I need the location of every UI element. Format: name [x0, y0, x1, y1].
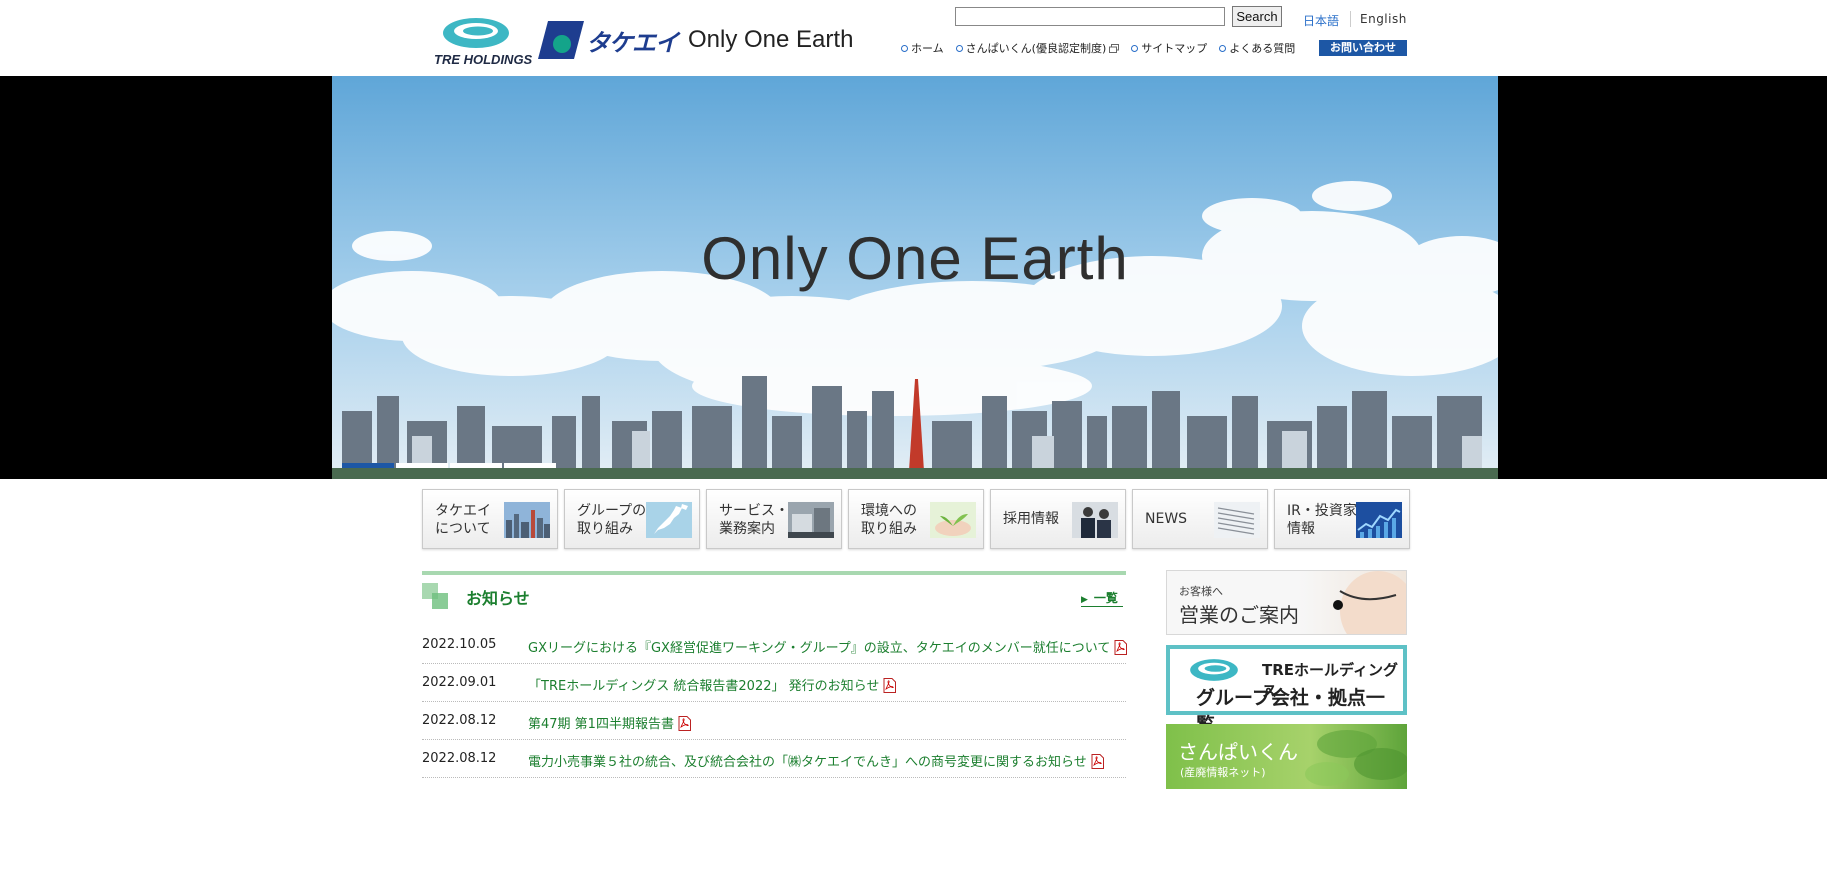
sanpaikun-banner[interactable]: さんぱいくん (産廃情報ネット) — [1166, 724, 1407, 789]
news-date: 2022.08.12 — [422, 751, 497, 766]
nav-label: タケエイ について — [435, 503, 491, 537]
news-date: 2022.08.12 — [422, 713, 497, 728]
facility-thumb-icon — [788, 502, 834, 538]
nav-services[interactable]: サービス・ 業務案内 — [706, 489, 842, 549]
news-title-text: 第47期 第1四半期報告書 — [528, 717, 674, 732]
takeei-mark-icon — [538, 21, 584, 59]
tre-logo-text: TRE HOLDINGS — [434, 52, 533, 67]
news-item: 2022.10.05 GXリーグにおける『GX経営促進ワーキング・グループ』の設… — [422, 625, 1128, 664]
util-sanpaikun-link[interactable]: さんぱいくん(優良認定制度) — [955, 40, 1120, 56]
tre-ring-icon — [1190, 659, 1238, 681]
lang-japanese-link[interactable]: 日本語 — [1303, 12, 1339, 29]
news-item: 2022.08.12 第47期 第1四半期報告書 — [422, 701, 1126, 740]
slide-indicator[interactable] — [396, 463, 448, 468]
search-button[interactable]: Search — [1232, 6, 1282, 27]
pdf-icon — [1114, 640, 1128, 655]
nav-group-initiatives[interactable]: グループの 取り組み — [564, 489, 700, 549]
util-sitemap-link[interactable]: サイトマップ — [1131, 40, 1207, 56]
util-sanpaikun-label: さんぱいくん(優良認定制度) — [965, 42, 1107, 55]
city-skyline-thumb-icon — [504, 502, 550, 538]
main-nav: タケエイ について グループの 取り組み サービス・ 業務案内 環境への 取り組… — [422, 489, 1416, 549]
news-decor-square — [432, 593, 448, 609]
news-all-link[interactable]: ▶ 一覧 — [1081, 589, 1118, 606]
nav-label: IR・投資家 情報 — [1287, 503, 1357, 537]
tagline: Only One Earth — [688, 26, 854, 53]
sanpai-banner-subtitle: (産廃情報ネット) — [1180, 766, 1266, 779]
newspaper-thumb-icon — [1214, 502, 1260, 538]
sanpai-banner-title: さんぱいくん — [1178, 740, 1298, 764]
news-item: 2022.08.12 電力小売事業５社の統合、及び統合会社の「㈱タケエイでんき」… — [422, 739, 1126, 778]
news-title-text: 電力小売事業５社の統合、及び統合会社の「㈱タケエイでんき」への商号変更に関するお… — [528, 755, 1087, 770]
util-faq-link[interactable]: よくある質問 — [1219, 40, 1295, 56]
news-all-underline — [1081, 606, 1123, 607]
takeei-logo-kana: タケエイ — [586, 28, 679, 57]
circle-bullet-icon — [955, 44, 963, 52]
pdf-icon — [678, 716, 691, 731]
nav-label: NEWS — [1145, 511, 1188, 527]
chart-thumb-icon — [1356, 502, 1402, 538]
staff-thumb-icon — [1072, 502, 1118, 538]
util-home-link[interactable]: ホーム — [901, 40, 944, 56]
sales-banner-small: お客様へ — [1179, 585, 1223, 598]
nav-ir[interactable]: IR・投資家 情報 — [1274, 489, 1410, 549]
lang-english-link[interactable]: English — [1360, 12, 1407, 26]
news-title-text: GXリーグにおける『GX経営促進ワーキング・グループ』の設立、タケエイのメンバー… — [528, 641, 1111, 656]
util-sitemap-label: サイトマップ — [1141, 42, 1208, 55]
japan-map-thumb-icon — [646, 502, 692, 538]
circle-bullet-icon — [901, 44, 908, 52]
contact-button[interactable]: お問い合わせ — [1319, 40, 1407, 56]
utility-nav: ホーム さんぱいくん(優良認定制度) サイトマップ よくある質問 — [901, 40, 1307, 56]
circle-bullet-icon — [1219, 44, 1227, 52]
slide-indicators — [342, 463, 558, 468]
nav-environment[interactable]: 環境への 取り組み — [848, 489, 984, 549]
slide-indicator[interactable] — [342, 463, 394, 468]
pdf-icon — [883, 678, 897, 693]
news-title-link[interactable]: 第47期 第1四半期報告書 — [528, 713, 691, 732]
util-home-label: ホーム — [911, 42, 944, 55]
circle-bullet-icon — [1131, 44, 1139, 52]
slide-indicator[interactable] — [450, 463, 502, 468]
nav-label: 環境への 取り組み — [861, 503, 917, 537]
search-input[interactable] — [955, 7, 1225, 26]
news-item: 2022.09.01 「TREホールディングス 統合報告書2022」 発行のお知… — [422, 663, 1126, 702]
tre-ring-icon — [443, 18, 509, 48]
news-title-link[interactable]: 「TREホールディングス 統合報告書2022」 発行のお知らせ — [528, 675, 897, 694]
tre-holdings-logo[interactable]: TRE HOLDINGS — [432, 12, 532, 72]
triangle-bullet-icon: ▶ — [1081, 595, 1088, 605]
news-header-bar — [422, 571, 1126, 575]
hero-title: Only One Earth — [701, 225, 1129, 292]
nav-about-takeei[interactable]: タケエイ について — [422, 489, 558, 549]
leaves-decor-icon — [1305, 730, 1407, 786]
news-title-link[interactable]: GXリーグにおける『GX経営促進ワーキング・グループ』の設立、タケエイのメンバー… — [528, 637, 1128, 656]
group-companies-banner[interactable]: TREホールディングス グループ会社・拠点一覧 — [1166, 645, 1407, 736]
sales-guide-banner[interactable]: お客様へ 営業のご案内 — [1166, 570, 1407, 635]
hero-slider[interactable]: Only One Earth — [332, 76, 1498, 479]
news-date: 2022.10.05 — [422, 637, 497, 652]
external-window-icon — [1109, 43, 1120, 53]
util-faq-label: よくある質問 — [1229, 42, 1296, 55]
pdf-icon — [1091, 754, 1104, 769]
nav-label: グループの 取り組み — [577, 503, 647, 537]
nav-label: 採用情報 — [1003, 511, 1059, 527]
operator-photo-icon — [1333, 571, 1406, 634]
news-title-link[interactable]: 電力小売事業５社の統合、及び統合会社の「㈱タケエイでんき」への商号変更に関するお… — [528, 751, 1104, 770]
news-heading: お知らせ — [466, 589, 530, 608]
sprout-hands-thumb-icon — [930, 502, 976, 538]
news-all-label: 一覧 — [1093, 591, 1118, 605]
sales-banner-title: 営業のご案内 — [1179, 603, 1299, 627]
news-date: 2022.09.01 — [422, 675, 497, 690]
nav-recruit[interactable]: 採用情報 — [990, 489, 1126, 549]
news-title-text: 「TREホールディングス 統合報告書2022」 発行のお知らせ — [528, 679, 880, 694]
slide-indicator[interactable] — [504, 463, 556, 468]
takeei-logo[interactable]: タケエイ Only One Earth — [538, 20, 853, 60]
lang-divider — [1350, 11, 1351, 27]
nav-label: サービス・ 業務案内 — [719, 503, 789, 537]
nav-news[interactable]: NEWS — [1132, 489, 1268, 549]
